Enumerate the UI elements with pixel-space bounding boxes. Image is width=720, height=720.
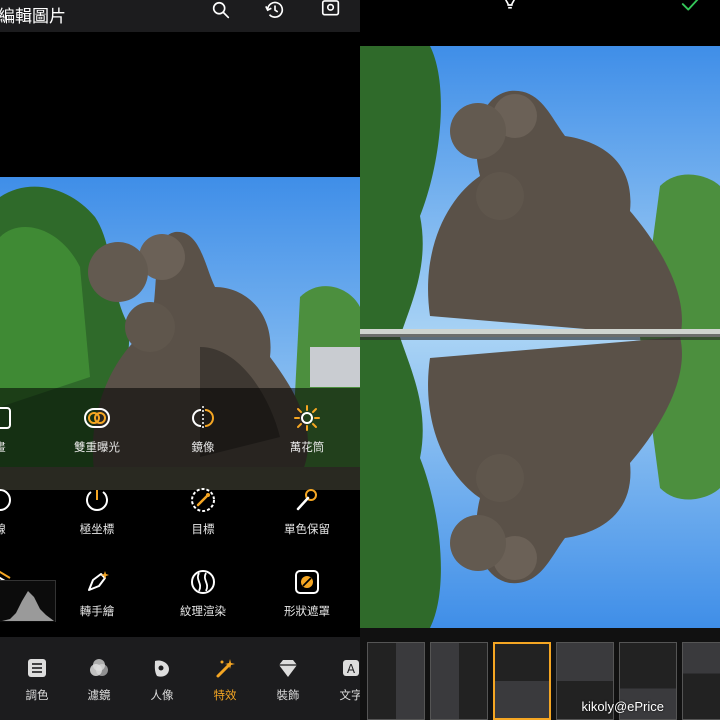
nav-text[interactable]: A 文字: [320, 657, 360, 703]
watermark: kikoly@ePrice: [581, 699, 664, 714]
nav-decor[interactable]: 裝飾: [257, 657, 319, 703]
shape-mask-icon: [295, 570, 319, 594]
mirror-icon: [192, 406, 214, 430]
nav-label: 濾鏡: [87, 688, 111, 702]
color-pick-icon: [296, 489, 317, 511]
svg-text:A: A: [347, 662, 356, 676]
nav-label: 調色: [25, 688, 49, 702]
square-frame-icon: [0, 407, 11, 429]
effect-shape-mask[interactable]: 形狀遮罩: [262, 568, 352, 619]
effect-label: 畫: [0, 439, 45, 455]
effect-kaleidoscope[interactable]: 萬花筒: [262, 404, 352, 455]
effect-label: 目標: [191, 522, 215, 536]
mirror-top-bar: [360, 0, 720, 30]
effect-label: 線: [0, 521, 45, 537]
effect-label: 雙重曝光: [74, 440, 120, 454]
mirror-preset[interactable]: [430, 642, 488, 720]
effect-label: 轉手繪: [79, 604, 115, 618]
nav-label: 裝飾: [276, 688, 300, 702]
effect-polar[interactable]: 極坐標: [52, 486, 142, 537]
top-bar: 編輯圖片: [0, 0, 360, 32]
effect-target[interactable]: 目標: [158, 486, 248, 537]
left-editor-screen: 編輯圖片 雙重曝光 鏡像 萬花筒 極坐標 目標 單色保留 轉手繪 紋理渲染 形狀…: [0, 0, 360, 720]
bulb-icon[interactable]: [499, 0, 523, 18]
target-icon: [191, 488, 215, 512]
effect-label: 極坐標: [79, 522, 115, 536]
mirror-preset[interactable]: [682, 642, 720, 720]
right-mirror-screen: kikoly@ePrice: [360, 0, 720, 720]
nav-label: 特效: [213, 688, 237, 702]
history-icon[interactable]: [264, 0, 288, 24]
nav-effects[interactable]: 特效: [194, 657, 256, 703]
text-icon: A: [343, 660, 359, 676]
search-icon[interactable]: [210, 0, 234, 24]
effect-label: 紋理渲染: [180, 604, 226, 618]
confirm-check-icon[interactable]: [680, 0, 704, 18]
nav-label: 人像: [150, 688, 174, 702]
adjust-icon: [28, 659, 46, 677]
page-title: 編輯圖片: [0, 7, 66, 27]
effect-mirror[interactable]: 鏡像: [158, 404, 248, 455]
effect-label: 單色保留: [284, 522, 330, 536]
filter-icon: [90, 659, 108, 676]
effect-label: 形狀遮罩: [284, 604, 330, 618]
mirror-preset-strip: [360, 628, 720, 720]
effect-color-keep[interactable]: 單色保留: [262, 486, 352, 537]
effects-icon: [216, 659, 235, 678]
texture-icon: [191, 570, 215, 594]
kaleidoscope-icon: [294, 405, 320, 431]
circle-edge-icon: [0, 489, 11, 511]
save-icon[interactable]: [320, 0, 344, 24]
polar-coordinates-icon: [86, 490, 108, 511]
effect-label: 萬花筒: [289, 440, 325, 454]
double-exposure-icon: [84, 408, 110, 428]
nav-portrait[interactable]: 人像: [131, 657, 193, 703]
mirror-preset-selected[interactable]: [493, 642, 551, 720]
effect-hand-drawn[interactable]: 轉手繪: [52, 568, 142, 619]
effect-frame[interactable]: 畫: [0, 404, 45, 455]
diamond-icon: [279, 660, 297, 677]
effect-double-exposure[interactable]: 雙重曝光: [52, 404, 142, 455]
nav-adjust[interactable]: 調色: [6, 657, 68, 703]
histogram: [0, 580, 56, 622]
mirror-preset[interactable]: [367, 642, 425, 720]
effect-label: 鏡像: [191, 440, 215, 454]
mirror-preview[interactable]: [360, 46, 720, 628]
effect-texture[interactable]: 紋理渲染: [158, 568, 248, 619]
bottom-nav: 調色 濾鏡 人像 特效 裝飾 A 文字: [0, 637, 360, 720]
portrait-icon: [154, 660, 169, 677]
effect-edge[interactable]: 線: [0, 486, 45, 537]
hand-drawn-icon: [88, 571, 109, 591]
nav-label: 文字: [339, 688, 361, 702]
nav-filter[interactable]: 濾鏡: [68, 657, 130, 703]
